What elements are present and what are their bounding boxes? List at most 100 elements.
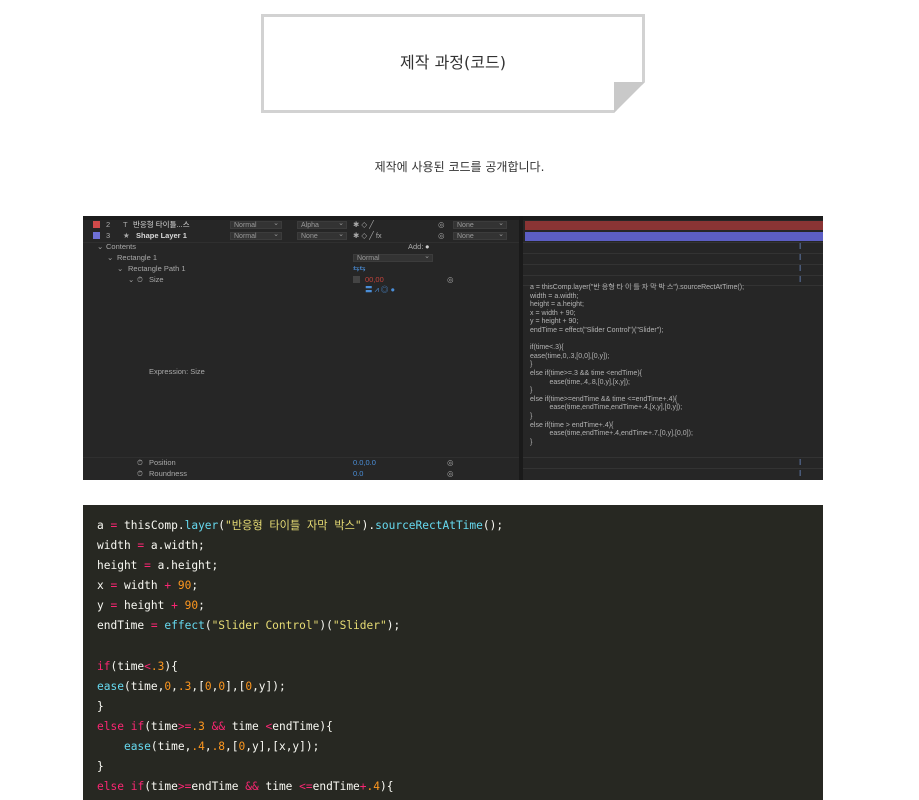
code-token: (time [144, 719, 178, 733]
code-line: else if(time>=endTime && time <=endTime+… [97, 777, 503, 797]
roundness-label: Roundness [149, 469, 187, 478]
timeline-divider [523, 253, 823, 254]
code-token: sourceRectAtTime [375, 519, 483, 532]
timeline-divider [523, 468, 823, 469]
layer-row[interactable]: 3 ★ Shape Layer 1 Normal None ✱ ◇ ╱ fx ◎… [83, 231, 519, 241]
code-token: x [97, 579, 111, 593]
layer-duration-bar[interactable] [525, 221, 823, 230]
stopwatch-icon[interactable]: ⏱ [137, 458, 143, 468]
after-effects-screenshot: 2 T 반응형 타이틀...스 Normal Alpha ✱ ◇ ╱ ◎ Non… [83, 216, 823, 480]
code-token: endTime [191, 780, 246, 794]
layer-number: 3 [106, 231, 111, 240]
code-token: if [130, 719, 145, 733]
code-token: , [171, 679, 178, 693]
size-row[interactable]: ⌄ ⏱ Size 00,00 ◎ [83, 275, 519, 285]
code-token: } [97, 760, 104, 774]
shape-layer-icon: ★ [123, 231, 130, 240]
track-matte-dropdown[interactable]: None [297, 231, 347, 240]
code-token: && [245, 780, 259, 794]
code-token: (time [144, 780, 178, 794]
keyframe-marker-icon[interactable]: I [799, 458, 802, 467]
parent-pickwhip-icon[interactable]: ◎ [438, 220, 445, 230]
rectangle-blend-dropdown[interactable]: Normal [353, 253, 433, 262]
constrain-checkbox[interactable] [353, 276, 360, 283]
chevron-down-icon[interactable]: ⌄ [128, 275, 134, 285]
size-value[interactable]: 00,00 [365, 275, 384, 285]
code-token: .3 [191, 719, 205, 733]
roundness-row[interactable]: ⏱ Roundness 0.0 ◎ [83, 469, 519, 479]
keyframe-marker-icon[interactable]: I [799, 242, 802, 251]
pickwhip-icon[interactable]: ◎ [447, 275, 454, 285]
keyframe-marker-icon[interactable]: I [799, 264, 802, 273]
code-token: if [130, 780, 145, 794]
code-token: ; [191, 579, 199, 593]
code-token: ,y]); [252, 679, 286, 693]
keyframe-marker-icon[interactable]: I [799, 253, 802, 262]
size-label: Size [149, 275, 164, 284]
pickwhip-icon[interactable]: ◎ [447, 469, 454, 479]
chevron-down-icon[interactable]: ⌄ [107, 253, 113, 263]
code-token: = [150, 619, 158, 633]
parent-pickwhip-icon[interactable]: ◎ [438, 231, 445, 241]
code-token: .3 [150, 659, 165, 673]
parent-dropdown[interactable]: None [453, 231, 507, 240]
code-token: a.width; [144, 539, 205, 553]
blend-mode-dropdown[interactable]: Normal [230, 231, 282, 240]
code-token: 90 [177, 579, 192, 593]
roundness-value[interactable]: 0.0 [353, 469, 363, 479]
code-line: } [97, 757, 503, 777]
link-icon[interactable]: ⇆⇆ [353, 264, 366, 274]
code-token: .4 [191, 740, 205, 754]
keyframe-marker-icon[interactable]: I [799, 275, 802, 284]
layer-name: Shape Layer 1 [136, 231, 187, 240]
add-icon[interactable]: ● [425, 242, 430, 252]
title-card: 제작 과정(코드) [261, 14, 645, 113]
code-token: ( [204, 619, 212, 633]
code-token: if [97, 659, 111, 673]
rect-path-row[interactable]: ⌄ Rectangle Path 1 ⇆⇆ [83, 264, 519, 274]
code-token: width [97, 539, 138, 553]
code-token: effect [164, 619, 205, 633]
timeline-divider [523, 275, 823, 276]
chevron-down-icon[interactable]: ⌄ [117, 264, 123, 274]
code-token: "반응형 타이틀 자막 박스" [225, 519, 362, 532]
position-row[interactable]: ⏱ Position 0.0,0.0 ◎ [83, 458, 519, 468]
position-value[interactable]: 0.0,0.0 [353, 458, 376, 468]
blend-mode-dropdown[interactable]: Normal [230, 220, 282, 229]
track-matte-dropdown[interactable]: Alpha [297, 220, 347, 229]
code-token: height [97, 559, 145, 573]
code-token: ){ [380, 780, 394, 794]
layer-row[interactable]: 2 T 반응형 타이틀...스 Normal Alpha ✱ ◇ ╱ ◎ Non… [83, 220, 519, 230]
switches-icon[interactable]: ✱ ◇ ╱ [353, 220, 374, 230]
code-token: .3 [177, 679, 192, 693]
position-label: Position [149, 458, 176, 467]
stopwatch-icon[interactable]: ⏱ [137, 469, 143, 479]
expression-editor[interactable]: a = thisComp.layer("반 응형 타 이 틀 자 막 박 스")… [530, 284, 744, 447]
parent-dropdown[interactable]: None [453, 220, 507, 229]
code-token: .4 [366, 780, 381, 794]
chevron-down-icon[interactable]: ⌄ [97, 242, 103, 252]
code-line: height = a.height; [97, 556, 503, 576]
code-token: ],[ [225, 679, 246, 693]
code-token: ; [198, 599, 205, 613]
panel-divider[interactable] [519, 216, 523, 480]
code-token: >= [177, 719, 192, 733]
rectangle-row[interactable]: ⌄ Rectangle 1 Normal [83, 253, 519, 263]
stopwatch-icon[interactable]: ⏱ [137, 275, 143, 285]
contents-label: Contents [106, 242, 137, 251]
switches-icon[interactable]: ✱ ◇ ╱ fx [353, 231, 382, 241]
page-subtitle: 제작에 사용된 코드를 공개합니다. [374, 160, 545, 174]
layer-duration-bar[interactable] [525, 232, 823, 241]
rect-path-label: Rectangle Path 1 [128, 264, 186, 273]
code-token: (); [482, 519, 504, 532]
contents-row[interactable]: ⌄ Contents Add: ● [83, 242, 519, 252]
pickwhip-icon[interactable]: ◎ [447, 458, 454, 468]
code-token: time [258, 780, 300, 794]
expression-controls-icon[interactable]: 〓 ⩘ ◎ ● [365, 285, 395, 295]
code-token: y [97, 599, 111, 613]
code-line: ease(time,0,.3,[0,0],[0,y]); [97, 677, 503, 697]
keyframe-marker-icon[interactable]: I [799, 469, 802, 478]
